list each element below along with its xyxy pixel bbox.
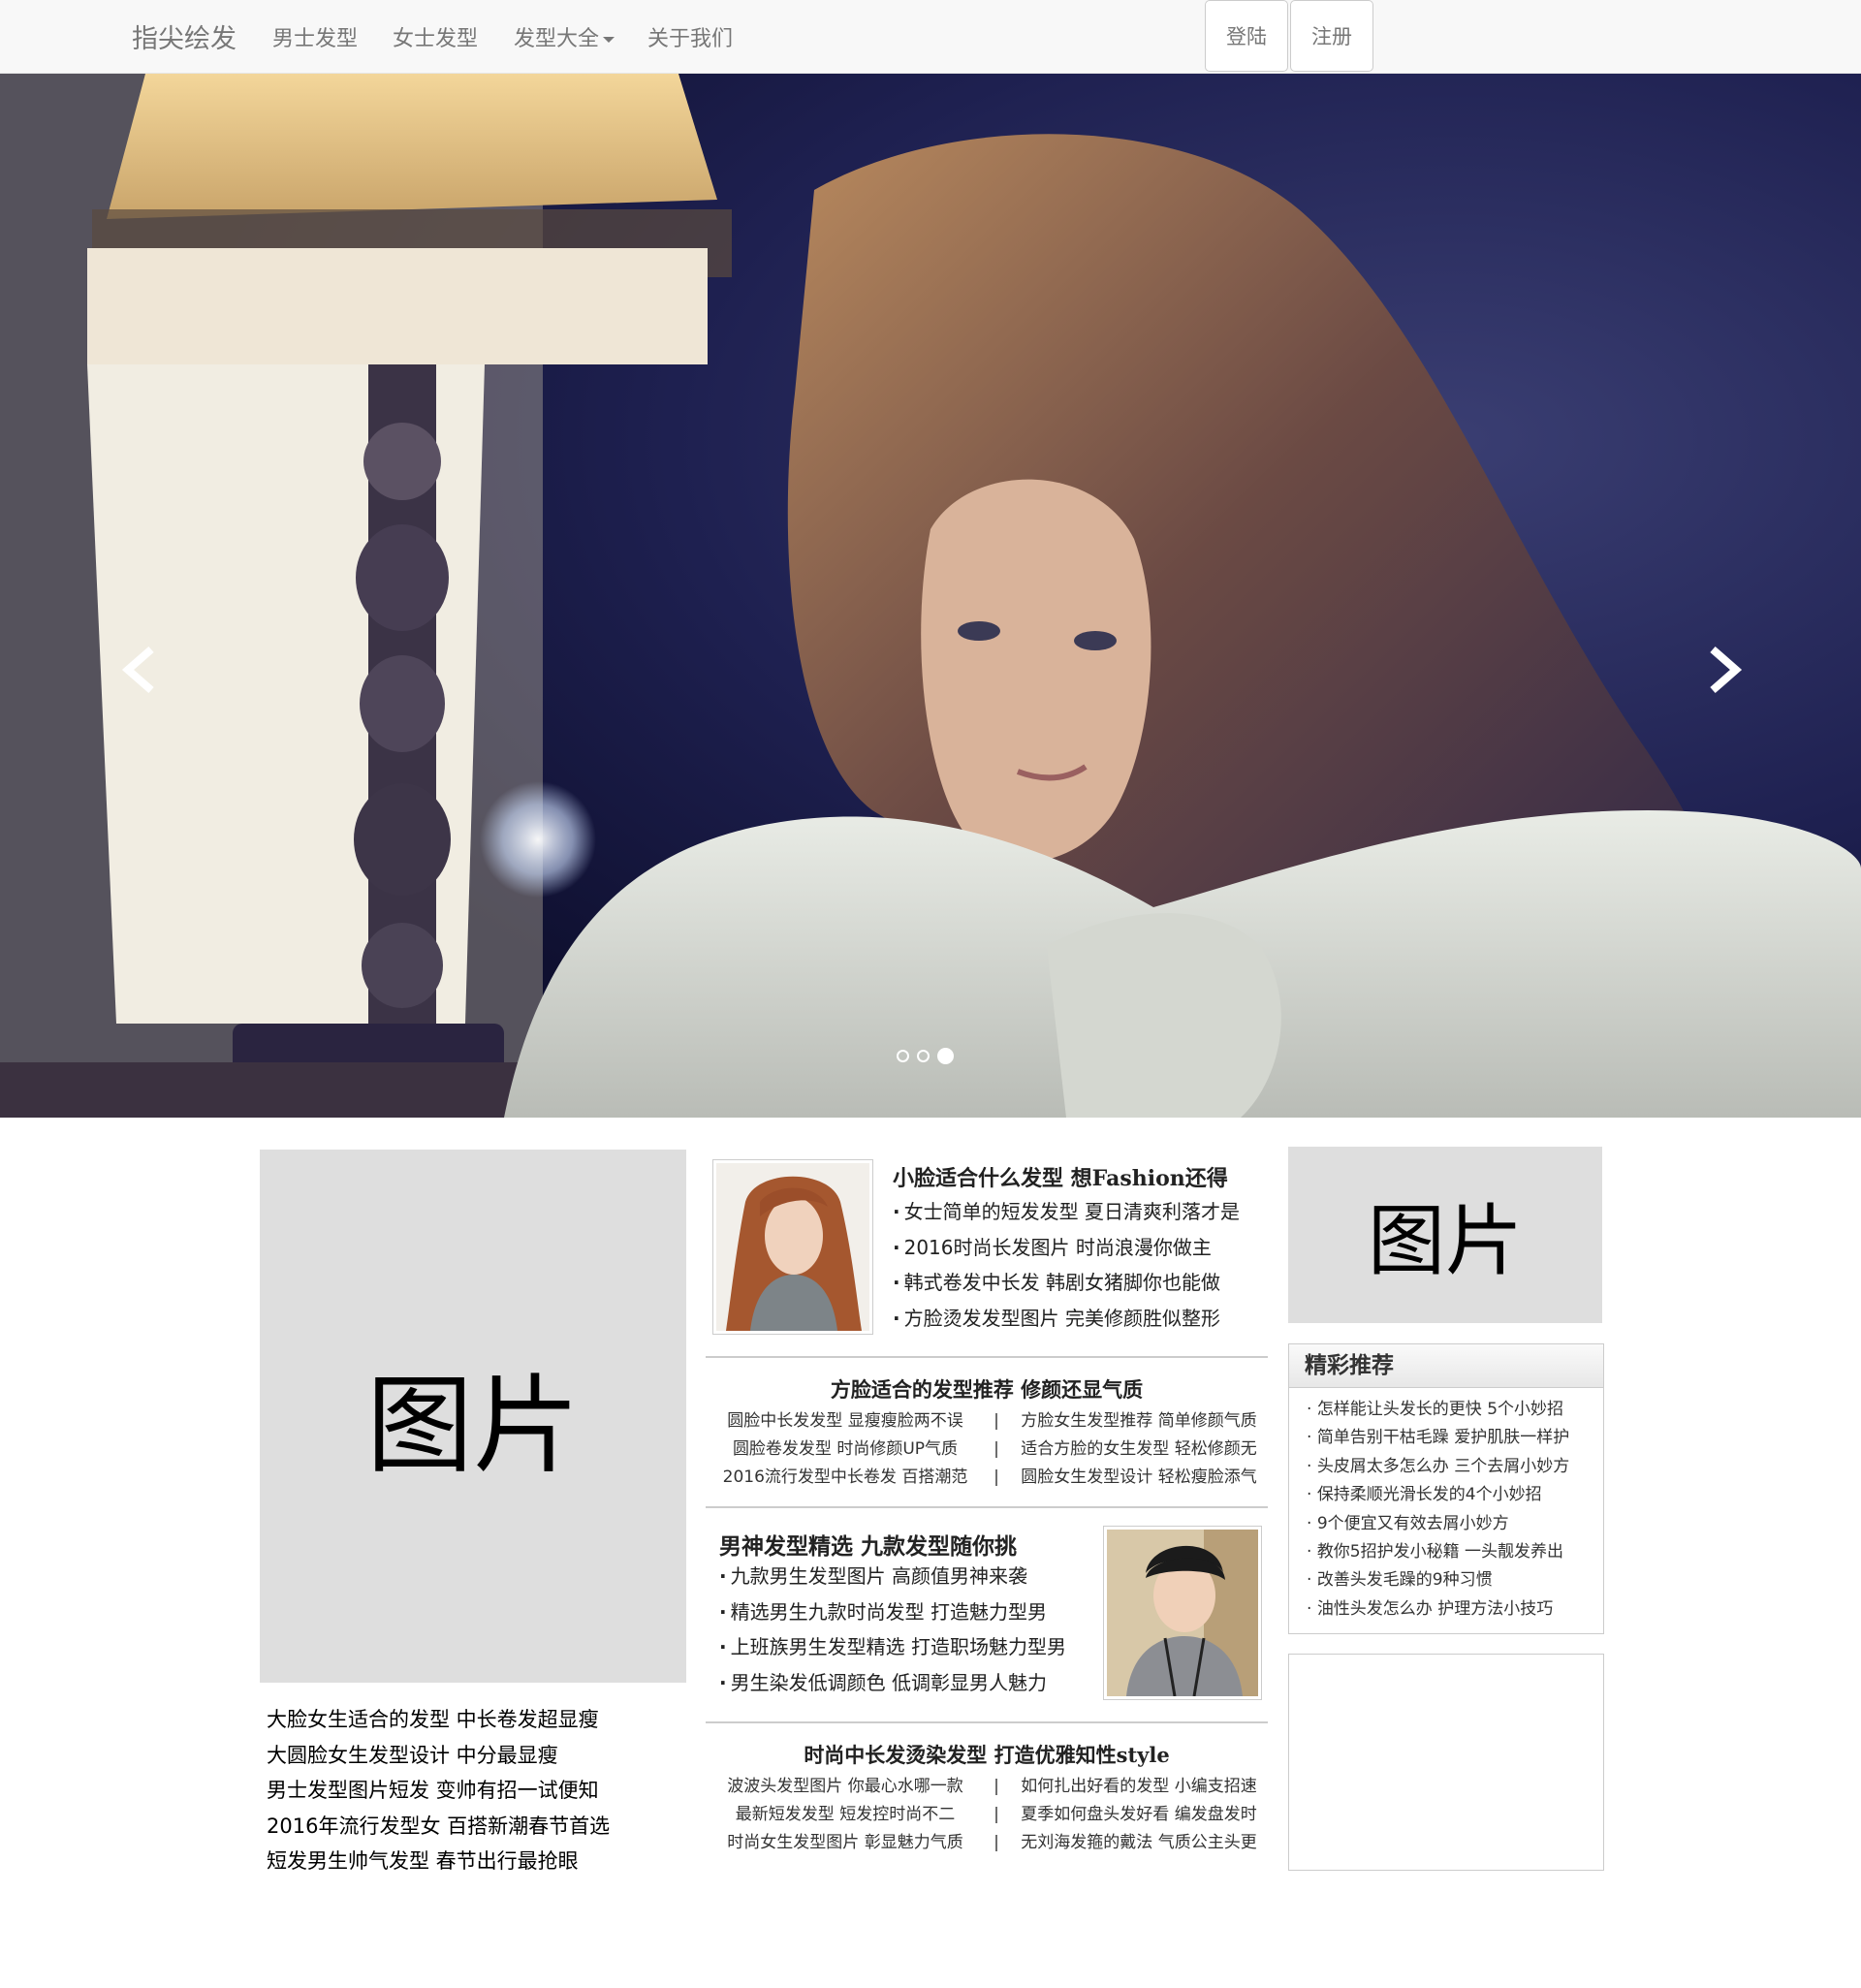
article-photo-man[interactable]: [1103, 1526, 1262, 1700]
caret-down-icon: [603, 37, 615, 43]
section-divider: [706, 1506, 1268, 1508]
recommendation-link[interactable]: 保持柔顺光滑长发的4个小妙招: [1307, 1481, 1603, 1509]
article-photo-woman[interactable]: [712, 1159, 873, 1335]
carousel-prev-button[interactable]: [118, 646, 161, 694]
article-link[interactable]: 2016流行发型中长卷发 百搭潮范: [706, 1464, 985, 1492]
article-link[interactable]: 韩式卷发中长发 韩剧女猪脚你也能做: [893, 1265, 1240, 1301]
login-button[interactable]: 登陆: [1205, 0, 1288, 72]
placeholder-label: 图片: [1368, 1196, 1523, 1286]
article-title[interactable]: 方脸适合的发型推荐 修颜还显气质: [706, 1374, 1268, 1404]
right-image-placeholder[interactable]: 图片: [1288, 1147, 1602, 1323]
register-button[interactable]: 注册: [1290, 0, 1373, 72]
brand-logo[interactable]: 指尖绘发: [132, 17, 237, 55]
article-link[interactable]: 圆脸中长发发型 显瘦瘦脸两不误: [706, 1407, 985, 1436]
article-link[interactable]: 大脸女生适合的发型 中长卷发超显瘦: [267, 1702, 610, 1738]
article-link[interactable]: 男生染发低调颜色 低调彰显男人魅力: [719, 1665, 1066, 1701]
article-link[interactable]: 最新短发发型 短发控时尚不二: [706, 1801, 985, 1829]
article-link[interactable]: 无刘海发箍的戴法 气质公主头更: [1008, 1829, 1270, 1857]
article-title[interactable]: 时尚中长发烫染发型 打造优雅知性style: [706, 1740, 1268, 1769]
article-link[interactable]: 圆脸女生发型设计 轻松瘦脸添气: [1008, 1464, 1270, 1492]
hero-carousel: [0, 74, 1861, 1118]
section-divider: [706, 1721, 1268, 1723]
nav-item-label: 发型大全: [514, 27, 600, 51]
recommendation-link[interactable]: 油性头发怎么办 护理方法小技巧: [1307, 1595, 1603, 1624]
article-link[interactable]: 九款男生发型图片 高颜值男神来袭: [719, 1559, 1066, 1594]
article-link[interactable]: 2016年流行发型女 百搭新潮春节首选: [267, 1809, 610, 1845]
article-title[interactable]: 男神发型精选 九款发型随你挑: [719, 1528, 1017, 1561]
recommendations-list: 怎样能让头发长的更快 5个小妙招 简单告别干枯毛躁 爱护肌肤一样护 头皮屑太多怎…: [1289, 1388, 1603, 1624]
article-link-grid: 波波头发型图片 你最心水哪一款 | 如何扎出好看的发型 小编支招速 最新短发发型…: [706, 1773, 1270, 1857]
carousel-indicator-3-active[interactable]: [937, 1048, 954, 1064]
carousel-indicator-2[interactable]: [917, 1050, 930, 1062]
recommendations-title: 精彩推荐: [1289, 1344, 1603, 1388]
separator: |: [994, 1833, 999, 1852]
article-link[interactable]: 波波头发型图片 你最心水哪一款: [706, 1773, 985, 1801]
recommendation-link[interactable]: 简单告别干枯毛躁 爱护肌肤一样护: [1307, 1424, 1603, 1452]
link-row: 圆脸中长发发型 显瘦瘦脸两不误 | 方脸女生发型推荐 简单修颜气质: [706, 1407, 1270, 1436]
article-link[interactable]: 2016时尚长发图片 时尚浪漫你做主: [893, 1230, 1240, 1266]
link-row: 2016流行发型中长卷发 百搭潮范 | 圆脸女生发型设计 轻松瘦脸添气: [706, 1464, 1270, 1492]
recommendation-link[interactable]: 改善头发毛躁的9种习惯: [1307, 1566, 1603, 1594]
article-link[interactable]: 适合方脸的女生发型 轻松修颜无: [1008, 1436, 1270, 1464]
article-link[interactable]: 圆脸卷发发型 时尚修颜UP气质: [706, 1436, 985, 1464]
recommendation-link[interactable]: 怎样能让头发长的更快 5个小妙招: [1307, 1396, 1603, 1424]
link-row: 最新短发发型 短发控时尚不二 | 夏季如何盘头发好看 编发盘发时: [706, 1801, 1270, 1829]
separator: |: [994, 1411, 999, 1431]
article-link[interactable]: 时尚女生发型图片 彰显魅力气质: [706, 1829, 985, 1857]
nav-item-mens-hair[interactable]: 男士发型: [272, 21, 358, 52]
ad-placeholder-box: [1288, 1654, 1604, 1871]
carousel-next-button[interactable]: [1703, 646, 1746, 694]
recommendation-link[interactable]: 教你5招护发小秘籍 一头靓发养出: [1307, 1538, 1603, 1566]
placeholder-label: 图片: [366, 1364, 580, 1488]
separator: |: [994, 1467, 999, 1487]
article-link[interactable]: 女士简单的短发发型 夏日清爽利落才是: [893, 1194, 1240, 1230]
nav-item-about[interactable]: 关于我们: [647, 21, 733, 52]
article-link[interactable]: 方脸烫发发型图片 完美修颜胜似整形: [893, 1301, 1240, 1337]
separator: |: [994, 1439, 999, 1459]
article-list: 女士简单的短发发型 夏日清爽利落才是 2016时尚长发图片 时尚浪漫你做主 韩式…: [893, 1194, 1240, 1336]
link-row: 圆脸卷发发型 时尚修颜UP气质 | 适合方脸的女生发型 轻松修颜无: [706, 1436, 1270, 1464]
carousel-slide-image: [0, 74, 1861, 1118]
man-portrait-image: [1107, 1530, 1258, 1696]
article-link[interactable]: 方脸女生发型推荐 简单修颜气质: [1008, 1407, 1270, 1436]
recommendations-panel: 精彩推荐 怎样能让头发长的更快 5个小妙招 简单告别干枯毛躁 爱护肌肤一样护 头…: [1288, 1343, 1604, 1634]
chevron-left-icon: [121, 646, 154, 694]
nav-item-hairstyles-dropdown[interactable]: 发型大全: [514, 21, 615, 52]
article-link[interactable]: 男士发型图片短发 变帅有招一试便知: [267, 1773, 610, 1809]
article-link[interactable]: 短发男生帅气发型 春节出行最抢眼: [267, 1844, 610, 1879]
carousel-indicators: [897, 1048, 954, 1064]
article-title[interactable]: 小脸适合什么发型 想Fashion还得: [893, 1161, 1228, 1192]
chevron-right-icon: [1710, 646, 1743, 694]
article-link[interactable]: 大圆脸女生发型设计 中分最显瘦: [267, 1738, 610, 1774]
section-divider: [706, 1356, 1268, 1358]
separator: |: [994, 1805, 999, 1824]
separator: |: [994, 1777, 999, 1796]
link-row: 波波头发型图片 你最心水哪一款 | 如何扎出好看的发型 小编支招速: [706, 1773, 1270, 1801]
article-link-grid: 圆脸中长发发型 显瘦瘦脸两不误 | 方脸女生发型推荐 简单修颜气质 圆脸卷发发型…: [706, 1407, 1270, 1492]
link-row: 时尚女生发型图片 彰显魅力气质 | 无刘海发箍的戴法 气质公主头更: [706, 1829, 1270, 1857]
carousel-indicator-1[interactable]: [897, 1050, 909, 1062]
left-article-links: 大脸女生适合的发型 中长卷发超显瘦 大圆脸女生发型设计 中分最显瘦 男士发型图片…: [267, 1702, 610, 1879]
left-image-placeholder[interactable]: 图片: [260, 1150, 686, 1683]
nav-item-womens-hair[interactable]: 女士发型: [393, 21, 478, 52]
recommendation-link[interactable]: 头皮屑太多怎么办 三个去屑小妙方: [1307, 1453, 1603, 1481]
recommendation-link[interactable]: 9个便宜又有效去屑小妙方: [1307, 1510, 1603, 1538]
article-list: 九款男生发型图片 高颜值男神来袭 精选男生九款时尚发型 打造魅力型男 上班族男生…: [719, 1559, 1066, 1700]
article-link[interactable]: 夏季如何盘头发好看 编发盘发时: [1008, 1801, 1270, 1829]
article-link[interactable]: 如何扎出好看的发型 小编支招速: [1008, 1773, 1270, 1801]
article-link[interactable]: 精选男生九款时尚发型 打造魅力型男: [719, 1594, 1066, 1630]
woman-portrait-image: [716, 1163, 869, 1331]
top-navbar: 指尖绘发 男士发型 女士发型 发型大全 关于我们 登陆 注册: [0, 0, 1861, 74]
article-link[interactable]: 上班族男生发型精选 打造职场魅力型男: [719, 1629, 1066, 1665]
